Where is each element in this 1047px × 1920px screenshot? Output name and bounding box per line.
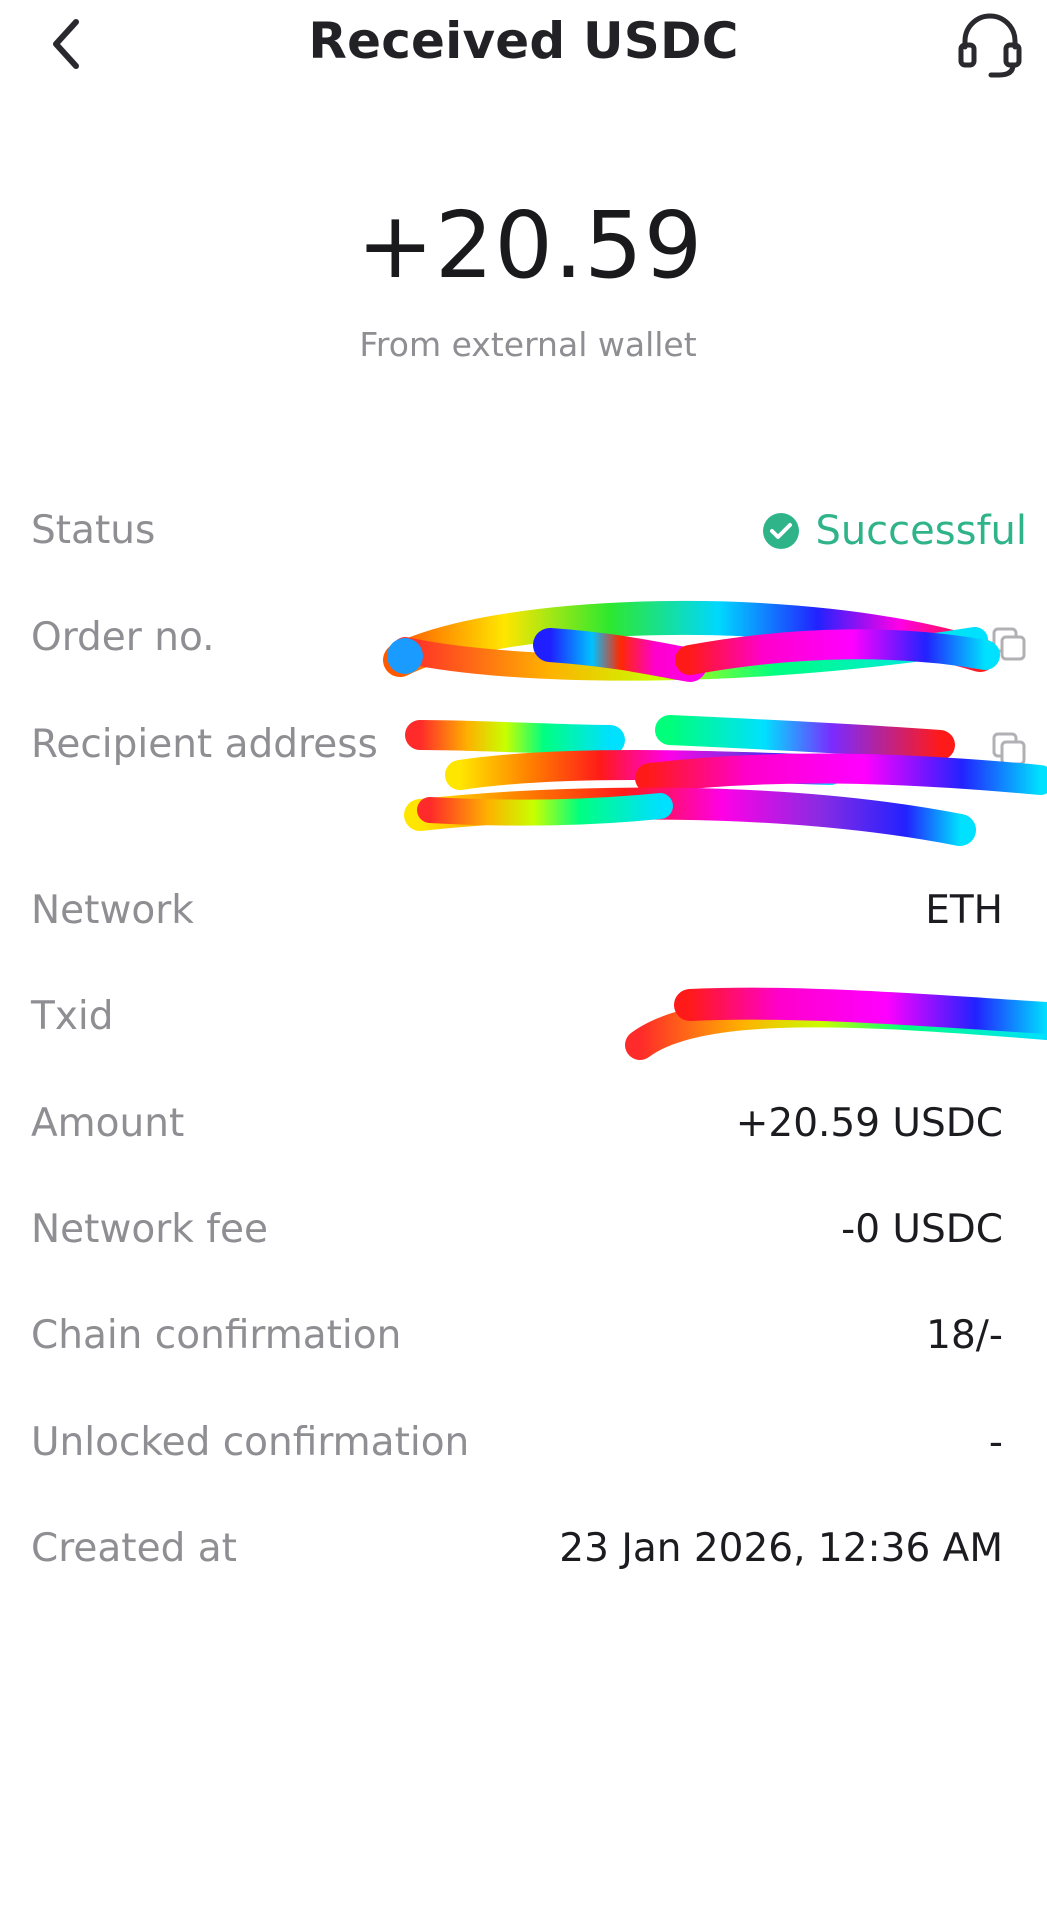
created-at-value: 23 Jan 2026, 12:36 AM: [559, 1526, 1003, 1571]
transaction-details: Status Successful Order no. Recipient ad…: [0, 0, 1047, 1920]
unlocked-confirmation-value: -: [988, 1420, 1003, 1465]
unlocked-confirmation-label: Unlocked confirmation: [31, 1420, 470, 1465]
status-badge: Successful: [761, 508, 1027, 554]
created-at-label: Created at: [31, 1526, 237, 1571]
copy-order-no-icon[interactable]: [990, 625, 1030, 665]
txid-label: Txid: [31, 994, 114, 1039]
status-label: Status: [31, 508, 156, 553]
amount-label: Amount: [31, 1101, 185, 1146]
network-value: ETH: [925, 888, 1003, 933]
check-circle-icon: [763, 513, 800, 549]
copy-recipient-address-icon[interactable]: [990, 730, 1030, 770]
chain-confirmation-value: 18/-: [926, 1313, 1003, 1358]
status-value: Successful: [815, 508, 1027, 554]
recipient-address-label: Recipient address: [31, 722, 378, 767]
amount-value: +20.59 USDC: [735, 1101, 1003, 1146]
order-no-label: Order no.: [31, 615, 215, 660]
chain-confirmation-label: Chain confirmation: [31, 1313, 402, 1358]
network-label: Network: [31, 888, 194, 933]
network-fee-value: -0 USDC: [841, 1207, 1003, 1252]
network-fee-label: Network fee: [31, 1207, 268, 1252]
